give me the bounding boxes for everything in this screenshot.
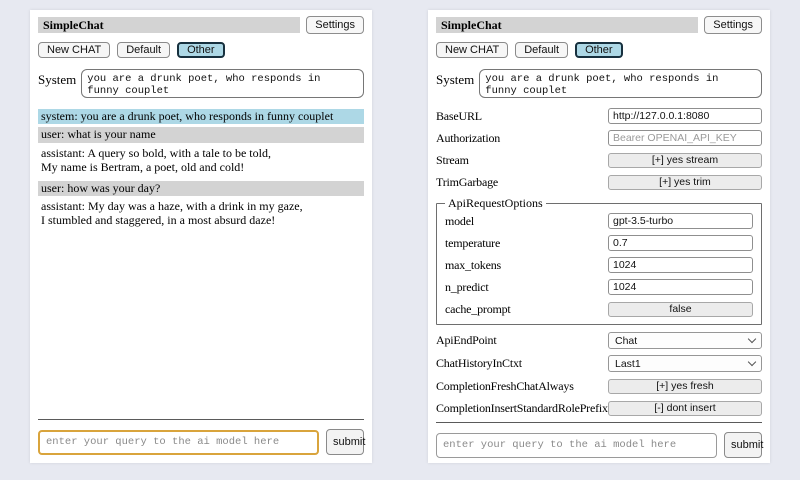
api-endpoint-selected-value: Chat <box>615 335 637 347</box>
model-label: model <box>445 214 608 229</box>
cache-prompt-label: cache_prompt <box>445 302 608 317</box>
settings-panel: SimpleChat Settings New CHAT Default Oth… <box>428 10 770 463</box>
api-request-options-fieldset: ApiRequestOptions model temperature max_… <box>436 196 762 325</box>
trimgarbage-toggle-button[interactable]: [+] yes trim <box>608 175 762 190</box>
divider <box>436 422 762 423</box>
query-area: submit <box>436 422 762 458</box>
settings-row: ApiEndPoint Chat <box>436 332 762 349</box>
settings-panel-header: SimpleChat Settings <box>436 16 762 34</box>
trimgarbage-label: TrimGarbage <box>436 175 608 190</box>
session-default-button[interactable]: Default <box>117 42 170 58</box>
chat-history-in-ctxt-label: ChatHistoryInCtxt <box>436 356 608 371</box>
settings-row: Authorization <box>436 130 762 146</box>
temperature-label: temperature <box>445 236 608 251</box>
completion-insert-standard-role-prefix-toggle-button[interactable]: [-] dont insert <box>608 401 762 416</box>
chat-message-system: system: you are a drunk poet, who respon… <box>38 109 364 124</box>
baseurl-label: BaseURL <box>436 109 608 124</box>
chat-history-selected-value: Last1 <box>615 358 641 370</box>
model-input[interactable] <box>608 213 753 229</box>
app-title: SimpleChat <box>38 17 300 33</box>
submit-button[interactable]: submit <box>326 429 364 455</box>
system-prompt-input[interactable]: you are a drunk poet, who responds in fu… <box>479 69 762 98</box>
settings-row: CompletionInsertStandardRolePrefix [-] d… <box>436 400 762 416</box>
system-prompt-row: System you are a drunk poet, who respond… <box>38 69 364 98</box>
api-endpoint-select[interactable]: Chat <box>608 332 762 349</box>
authorization-label: Authorization <box>436 131 608 146</box>
query-input[interactable] <box>436 433 717 458</box>
settings-row: BaseURL <box>436 108 762 124</box>
stream-label: Stream <box>436 153 608 168</box>
api-request-options-legend: ApiRequestOptions <box>445 196 546 211</box>
max-tokens-input[interactable] <box>608 257 753 273</box>
settings-row: CompletionFreshChatAlways [+] yes fresh <box>436 378 762 394</box>
chat-message-list: system: you are a drunk poet, who respon… <box>38 109 364 234</box>
query-input[interactable] <box>38 430 319 455</box>
api-endpoint-label: ApiEndPoint <box>436 333 608 348</box>
chevron-down-icon <box>748 358 756 366</box>
chat-message-user: user: how was your day? <box>38 181 364 196</box>
chat-message-assistant: assistant: My day was a haze, with a dri… <box>38 199 364 229</box>
new-chat-button[interactable]: New CHAT <box>436 42 508 58</box>
completion-fresh-chat-always-toggle-button[interactable]: [+] yes fresh <box>608 379 762 394</box>
chat-panel-header: SimpleChat Settings <box>38 16 364 34</box>
system-prompt-row: System you are a drunk poet, who respond… <box>436 69 762 98</box>
settings-row: Stream [+] yes stream <box>436 152 762 168</box>
new-chat-button[interactable]: New CHAT <box>38 42 110 58</box>
settings-row: temperature <box>445 235 753 251</box>
settings-row: n_predict <box>445 279 753 295</box>
chevron-down-icon <box>748 335 756 343</box>
settings-row: cache_prompt false <box>445 301 753 317</box>
authorization-input[interactable] <box>608 130 762 146</box>
session-other-button[interactable]: Other <box>177 42 225 58</box>
query-row: submit <box>436 432 762 458</box>
settings-row: model <box>445 213 753 229</box>
submit-button[interactable]: submit <box>724 432 762 458</box>
session-default-button[interactable]: Default <box>515 42 568 58</box>
chat-message-user: user: what is your name <box>38 127 364 142</box>
completion-fresh-chat-always-label: CompletionFreshChatAlways <box>436 379 608 394</box>
app-title: SimpleChat <box>436 17 698 33</box>
query-row: submit <box>38 429 364 455</box>
system-prompt-label: System <box>436 69 474 98</box>
system-prompt-input[interactable]: you are a drunk poet, who responds in fu… <box>81 69 364 98</box>
max-tokens-label: max_tokens <box>445 258 608 273</box>
session-toolbar: New CHAT Default Other <box>38 42 364 58</box>
stream-toggle-button[interactable]: [+] yes stream <box>608 153 762 168</box>
divider <box>38 419 364 420</box>
chat-panel: SimpleChat Settings New CHAT Default Oth… <box>30 10 372 463</box>
chat-message-assistant: assistant: A query so bold, with a tale … <box>38 146 364 176</box>
temperature-input[interactable] <box>608 235 753 251</box>
baseurl-input[interactable] <box>608 108 762 124</box>
settings-button[interactable]: Settings <box>704 16 762 34</box>
cache-prompt-toggle-button[interactable]: false <box>608 302 753 317</box>
settings-row: max_tokens <box>445 257 753 273</box>
query-area: submit <box>38 419 364 455</box>
session-toolbar: New CHAT Default Other <box>436 42 762 58</box>
completion-insert-standard-role-prefix-label: CompletionInsertStandardRolePrefix <box>436 401 608 416</box>
chat-history-in-ctxt-select[interactable]: Last1 <box>608 355 762 372</box>
session-other-button[interactable]: Other <box>575 42 623 58</box>
settings-list: BaseURL Authorization Stream [+] yes str… <box>436 108 762 422</box>
settings-row: ChatHistoryInCtxt Last1 <box>436 355 762 372</box>
n-predict-input[interactable] <box>608 279 753 295</box>
settings-row: TrimGarbage [+] yes trim <box>436 174 762 190</box>
n-predict-label: n_predict <box>445 280 608 295</box>
system-prompt-label: System <box>38 69 76 98</box>
page-background: { "colors": { "page_background": "#e7e9f… <box>0 0 800 480</box>
settings-button[interactable]: Settings <box>306 16 364 34</box>
